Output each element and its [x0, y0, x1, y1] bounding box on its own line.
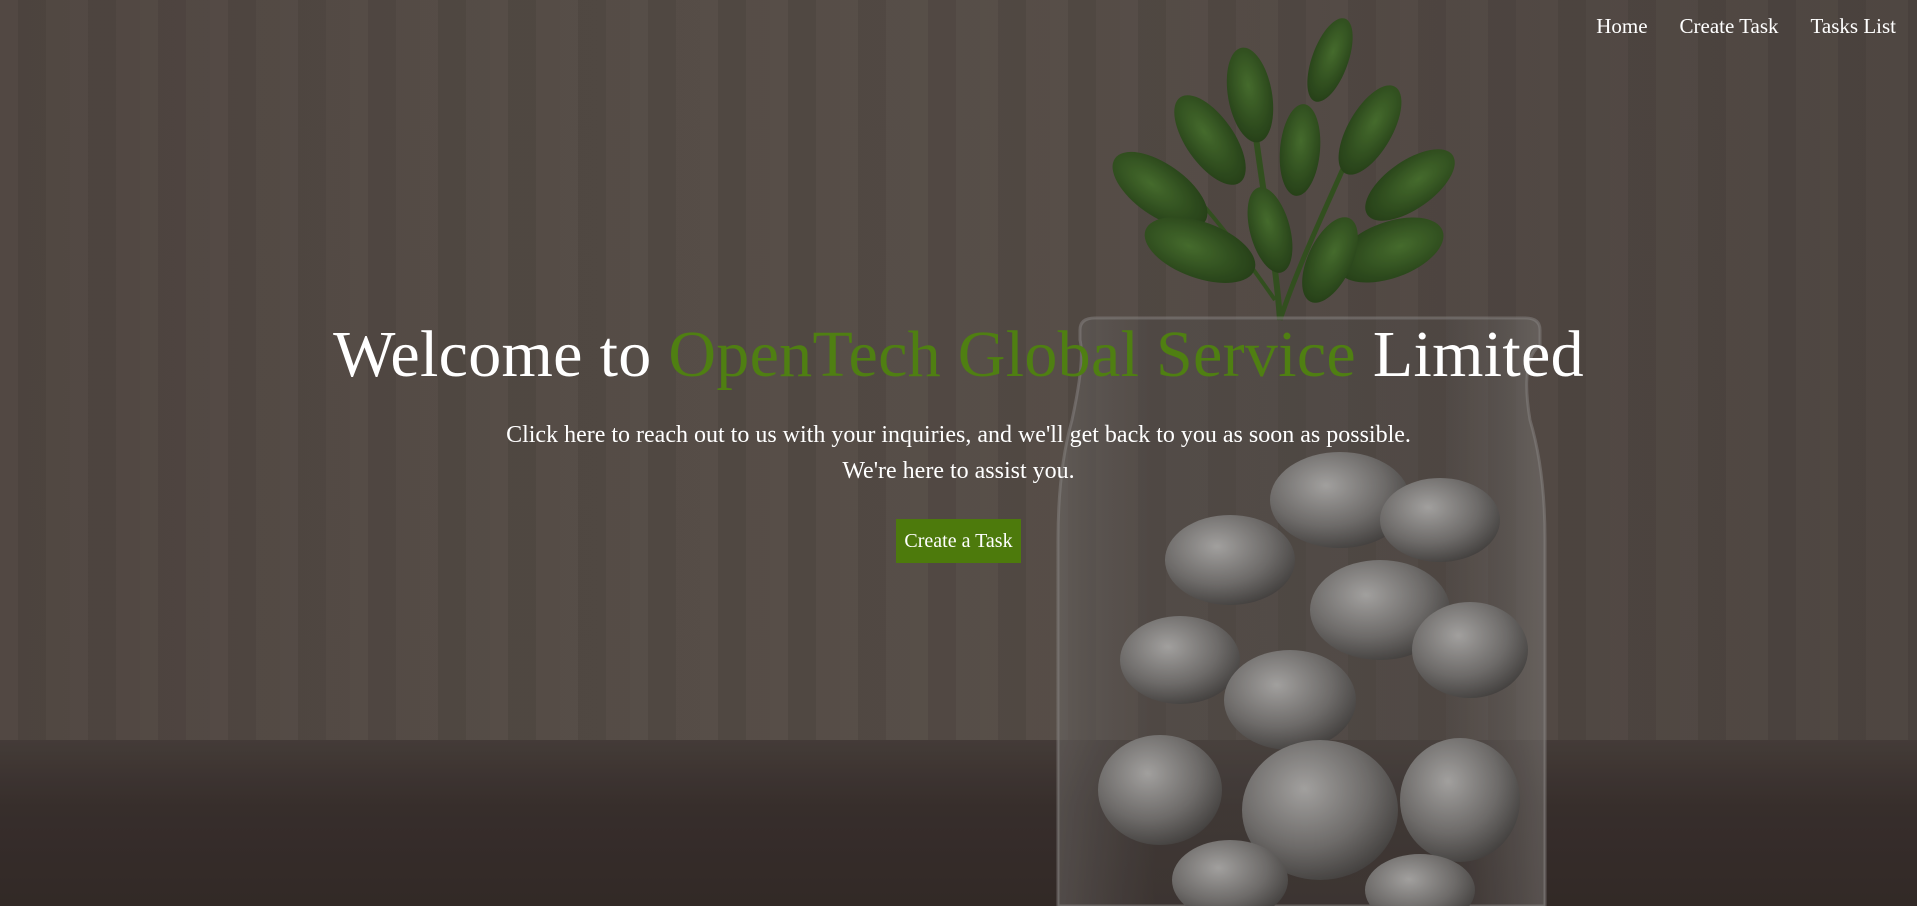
nav-home-link[interactable]: Home [1596, 14, 1647, 39]
hero-title: Welcome to OpenTech Global Service Limit… [0, 315, 1917, 395]
nav-create-task-link[interactable]: Create Task [1680, 14, 1779, 39]
hero-title-prefix: Welcome to [333, 318, 652, 391]
hero-subtitle: Click here to reach out to us with your … [0, 417, 1917, 489]
hero-subtitle-line2: We're here to assist you. [842, 458, 1075, 484]
hero-title-brand: OpenTech Global Service [668, 318, 1357, 391]
hero-section: Home Create Task Tasks List Welcome to O… [0, 0, 1917, 906]
create-task-button[interactable]: Create a Task [896, 519, 1021, 563]
hero-title-suffix: Limited [1372, 318, 1584, 391]
nav-tasks-list-link[interactable]: Tasks List [1811, 14, 1896, 39]
hero-subtitle-line1: Click here to reach out to us with your … [506, 422, 1411, 448]
top-nav: Home Create Task Tasks List [1596, 14, 1896, 39]
hero-content: Welcome to OpenTech Global Service Limit… [0, 315, 1917, 563]
